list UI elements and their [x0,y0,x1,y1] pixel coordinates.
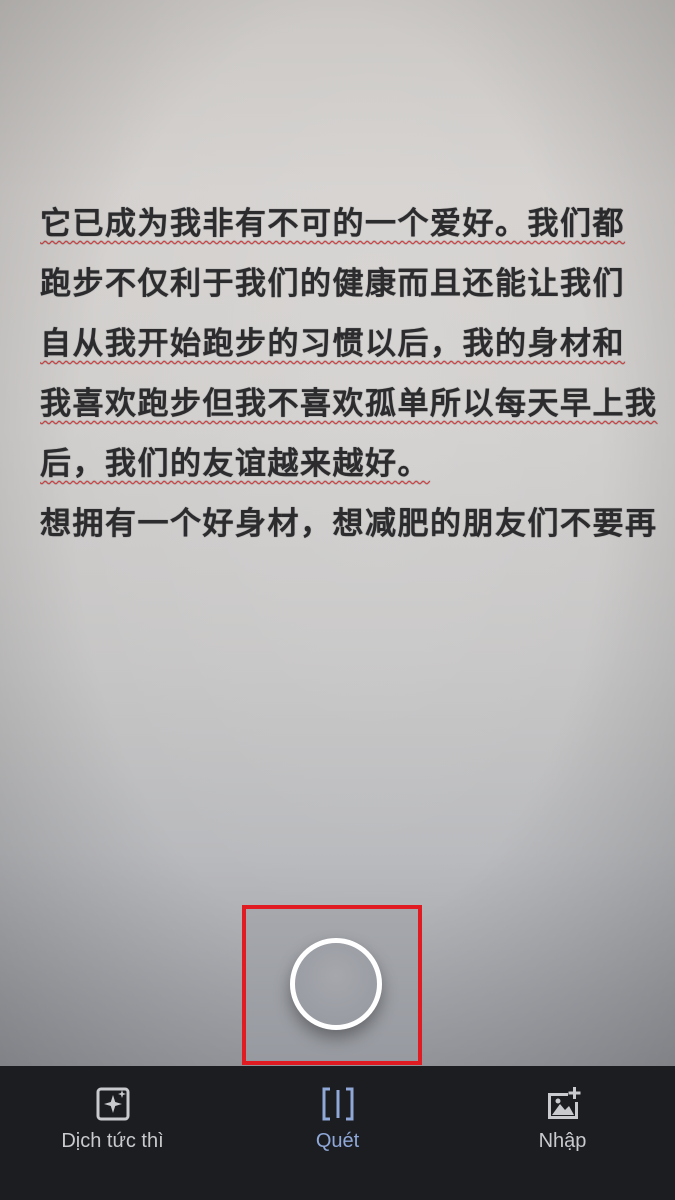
captured-document-text: 它已成为我非有不可的一个爱好。我们都 跑步不仅利于我们的健康而且还能让我们 自从… [40,196,675,556]
document-line-text: 想拥有一个好身材，想减肥的朋友们不要再 [40,506,658,542]
document-line: 跑步不仅利于我们的健康而且还能让我们 [40,256,675,316]
document-line: 自从我开始跑步的习惯以后，我的身材和 [40,316,675,376]
shutter-highlight-box [242,905,422,1065]
nav-label: Quét [315,1130,360,1152]
nav-label: Nhập [538,1130,587,1152]
document-line: 我喜欢跑步但我不喜欢孤单所以每天早上我 [40,376,675,436]
nav-item-scan[interactable]: Quét [225,1066,450,1200]
bottom-navigation: Dịch tức thì Quét Nhập [0,1066,675,1200]
nav-label: Dịch tức thì [61,1130,164,1152]
document-line-text: 它已成为我非有不可的一个爱好。我们都 [40,206,625,242]
document-line-text: 我喜欢跑步但我不喜欢孤单所以每天早上我 [40,386,658,422]
nav-item-instant-translate[interactable]: Dịch tức thì [0,1066,225,1200]
document-line-text: 后，我们的友谊越来越好。 [40,446,430,482]
camera-translate-screen: 它已成为我非有不可的一个爱好。我们都 跑步不仅利于我们的健康而且还能让我们 自从… [0,0,675,1200]
import-image-icon [547,1087,580,1119]
document-line-text: 跑步不仅利于我们的健康而且还能让我们 [40,266,625,302]
shutter-button[interactable] [290,938,382,1030]
document-line: 后，我们的友谊越来越好。 [40,436,675,496]
document-line: 它已成为我非有不可的一个爱好。我们都 [40,196,675,256]
nav-item-import[interactable]: Nhập [450,1066,675,1200]
document-line-text: 自从我开始跑步的习惯以后，我的身材和 [40,326,625,362]
scan-icon [322,1087,353,1121]
instant-translate-icon [96,1087,129,1121]
document-line: 想拥有一个好身材，想减肥的朋友们不要再 [40,496,675,556]
